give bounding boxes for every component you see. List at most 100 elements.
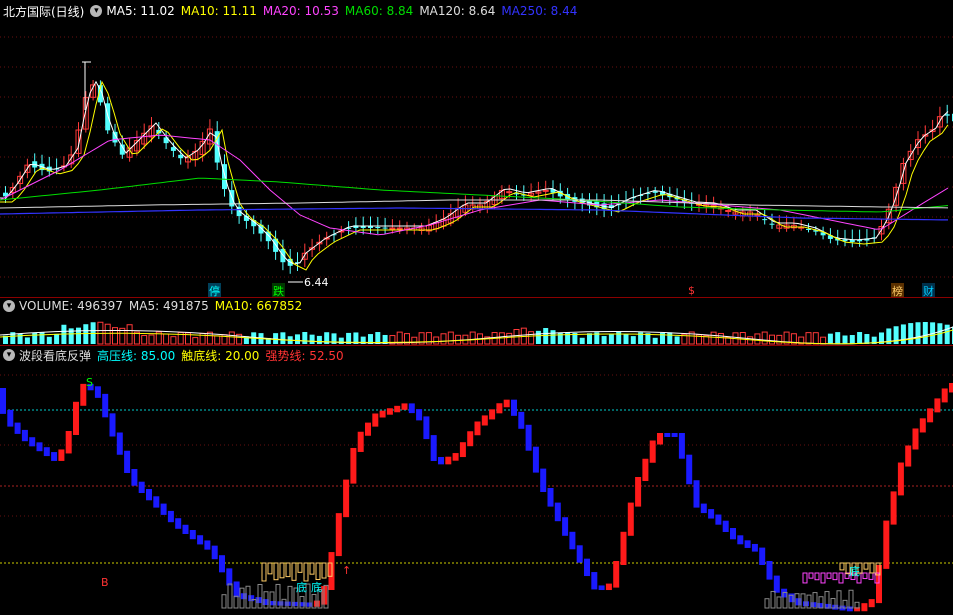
bottom-zone-bar — [273, 562, 279, 581]
volume-bar — [469, 331, 476, 345]
volume-bar — [506, 332, 513, 345]
wave-bar — [649, 440, 656, 463]
volume-bar — [608, 334, 614, 344]
volume-bar — [717, 332, 724, 345]
collapse-icon[interactable]: ▾ — [3, 300, 15, 312]
marker-drop[interactable]: 跌 — [272, 283, 285, 297]
volume-bar — [849, 335, 855, 344]
volume-bar — [812, 332, 819, 345]
bottom-histogram-bar — [233, 595, 239, 609]
wave-bar — [591, 572, 598, 590]
bottom-zone-bar — [820, 572, 826, 584]
price-chart-panel[interactable]: 北方国际(日线) ▾ MA5: 11.02 MA10: 11.11 MA20: … — [0, 0, 953, 297]
bottom-histogram-bar — [848, 589, 854, 609]
wave-bar — [861, 603, 868, 612]
candle-body — [375, 226, 381, 228]
wave-bar — [408, 403, 415, 414]
low-price-label: 6.44 — [304, 276, 329, 289]
volume-bar — [83, 324, 89, 344]
wave-bar — [116, 432, 123, 455]
bottom-zone-bar — [267, 562, 273, 575]
wave-bar — [781, 588, 788, 598]
wave-bar — [759, 547, 766, 565]
wave-bar — [138, 481, 145, 493]
indicator-panel[interactable]: ▾ 波段看底反弹 高压线: 85.00 触底线: 20.00 强势线: 52.5… — [0, 345, 953, 615]
indicator-header: ▾ 波段看底反弹 高压线: 85.00 触底线: 20.00 强势线: 52.5… — [0, 345, 350, 365]
wave-bar — [532, 446, 539, 473]
panel-divider[interactable] — [0, 345, 953, 346]
wave-bar — [357, 431, 364, 452]
volume-bar — [455, 334, 462, 345]
wave-bar — [912, 428, 919, 450]
stock-title: 北方国际(日线) — [3, 4, 85, 19]
wave-bar — [124, 450, 131, 473]
ma60-label: MA60: 8.84 — [344, 4, 414, 18]
wave-bar — [883, 520, 890, 569]
wave-bar — [109, 413, 116, 437]
wave-bar — [620, 531, 627, 565]
marker-finance[interactable]: 财 — [922, 283, 935, 297]
bottom-histogram-bar — [776, 596, 782, 609]
wave-bar — [160, 503, 167, 515]
volume-label: VOLUME: 496397 — [19, 299, 123, 313]
collapse-icon[interactable]: ▾ — [90, 5, 103, 17]
candle-body — [806, 228, 811, 230]
marker-halt[interactable]: 停 — [208, 283, 221, 297]
wave-bar — [525, 424, 532, 451]
bottom-zone-bar — [838, 572, 844, 584]
volume-bar — [776, 334, 783, 345]
wave-bar — [934, 398, 941, 413]
bottom-histogram-bar — [227, 583, 233, 609]
bottom-zone-bar — [261, 562, 267, 582]
volume-bar — [857, 332, 863, 344]
volume-bar — [302, 332, 308, 344]
wave-bar — [627, 502, 634, 536]
bottom-zone-bar — [285, 562, 291, 578]
wave-bar — [576, 545, 583, 563]
marker-dollar[interactable]: $ — [688, 284, 695, 297]
volume-bar — [922, 322, 928, 344]
volume-bar — [623, 334, 629, 344]
collapse-icon[interactable]: ▾ — [3, 349, 15, 361]
candle-body — [396, 227, 403, 230]
wave-bar — [613, 561, 620, 588]
volume-bar — [280, 332, 286, 344]
buy-signal: B — [101, 576, 109, 589]
bottom-line-label: 触底线: 20.00 — [181, 348, 260, 363]
price-header: 北方国际(日线) ▾ MA5: 11.02 MA10: 11.11 MA20: … — [0, 0, 583, 22]
wave-bar — [21, 429, 28, 442]
volume-panel[interactable]: ▾ VOLUME: 496397 MA5: 491875 MA10: 66785… — [0, 297, 953, 345]
candle-body — [652, 191, 658, 193]
marker-list[interactable]: 榜 — [891, 283, 904, 297]
ma5-line — [0, 80, 949, 265]
volume-bar — [192, 337, 199, 345]
candle-body — [368, 226, 373, 228]
wave-bar — [423, 416, 430, 440]
candle-body — [178, 154, 184, 159]
volume-bar — [769, 334, 775, 345]
wave-bar — [467, 431, 474, 447]
panel-divider[interactable] — [0, 297, 953, 298]
wave-bar — [605, 583, 612, 591]
wave-bar — [313, 600, 320, 607]
wave-bar — [503, 399, 510, 408]
wave-bar — [941, 388, 948, 403]
volume-bar — [864, 334, 870, 344]
wave-bar — [350, 447, 357, 484]
bottom-zone-bar — [808, 572, 814, 579]
wave-bar — [94, 386, 101, 398]
volume-bar — [316, 335, 322, 344]
wave-indicator-chart[interactable] — [0, 345, 953, 615]
wave-bar — [949, 383, 953, 393]
volume-bar — [535, 330, 541, 344]
volume-bar — [630, 336, 636, 344]
volume-bar — [652, 337, 658, 344]
candlestick-chart[interactable] — [0, 0, 953, 297]
wave-bar — [868, 599, 875, 608]
wave-bar — [204, 540, 211, 550]
volume-bar — [148, 334, 155, 345]
bottom-histogram-bar — [764, 598, 770, 609]
bottom-zone-bar — [862, 572, 868, 580]
bottom-zone-bar — [297, 562, 303, 573]
candle-body — [725, 209, 732, 212]
